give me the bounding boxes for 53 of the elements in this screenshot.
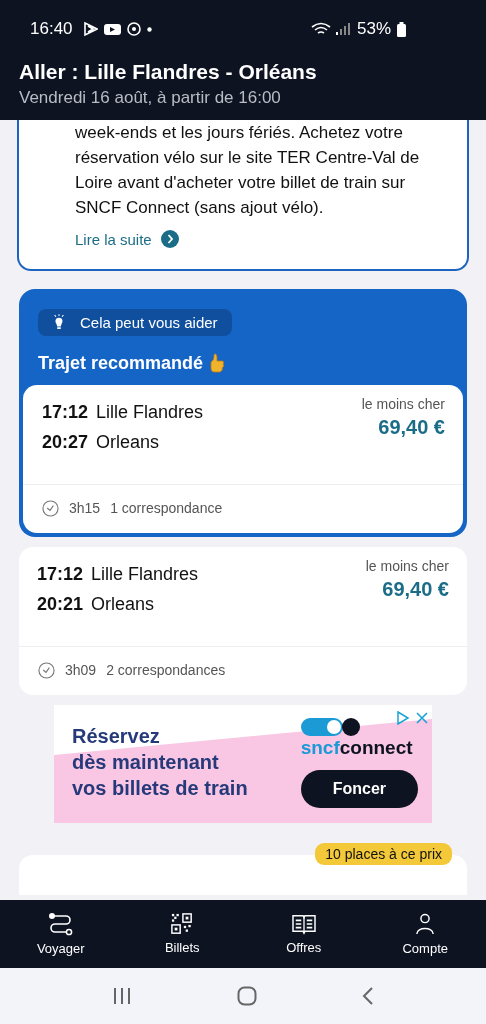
arrival-time: 20:27 <box>42 431 89 453</box>
price: 69,40 € <box>378 415 445 439</box>
chevron-right-icon <box>160 230 179 248</box>
home-icon[interactable] <box>237 986 257 1006</box>
sync-icon <box>126 22 141 36</box>
departure-station: Lille Flandres <box>96 401 204 423</box>
ad-headline: Réservez dès maintenant vos billets de train <box>71 723 249 801</box>
nav-tab[interactable]: Billets <box>121 900 243 968</box>
departure-time: 17:12 <box>37 563 84 585</box>
thumbs-up-icon <box>209 353 226 373</box>
back-icon[interactable] <box>361 986 374 1006</box>
price-label: le moins cher <box>361 395 445 412</box>
arrival-time: 20:21 <box>37 593 84 615</box>
price-label: le moins cher <box>365 557 449 574</box>
play-store-icon <box>82 21 98 37</box>
recommended-title: Trajet recommandé <box>38 352 204 374</box>
connections: 1 correspondance <box>110 500 223 516</box>
info-text: week-ends et les jours fériés. Achetez votre réservation vélo sur le site TER Centre-Val de Loire avant d'acheter votre billet de train sur SNCF Connect (sans ajout vélo). <box>75 122 421 219</box>
help-tag-text: Cela peut vous aider <box>80 313 218 331</box>
page-title: Aller : Lille Flandres - Orléans <box>19 60 318 84</box>
connections: 2 correspondances <box>106 662 226 678</box>
video-play-icon <box>103 23 121 35</box>
qr-code-icon <box>171 913 194 935</box>
nav-tab[interactable]: Offres <box>243 900 365 968</box>
departure-station: Lille Flandres <box>91 563 199 585</box>
duration: 3h09 <box>65 662 97 678</box>
duration: 3h15 <box>69 500 101 516</box>
nav-tab[interactable]: Voyager <box>0 900 122 968</box>
ad-info-icon[interactable] <box>396 710 410 725</box>
recent-apps-icon[interactable] <box>112 987 133 1005</box>
journey-card[interactable]: 17:12 Lille Flandres 20:21 Orleans le moins cher 69,40 € 3h09 2 correspondances <box>19 546 467 695</box>
route-icon <box>47 912 74 936</box>
battery-icon <box>397 21 406 37</box>
person-icon <box>415 912 436 936</box>
close-icon[interactable] <box>416 711 428 724</box>
brand-logo-text: sncfconnect <box>300 737 413 758</box>
signal-icons <box>310 21 351 37</box>
toggle-logo-icon <box>300 716 361 737</box>
read-more-link[interactable]: Lire la suite <box>75 230 179 248</box>
nav-tab[interactable]: Compte <box>364 900 486 968</box>
price: 69,40 € <box>382 577 449 601</box>
lightbulb-icon <box>52 314 66 330</box>
journey-card[interactable]: 17:12 Lille Flandres 20:27 Orleans le moins cher 69,40 € 3h15 1 correspondance <box>23 384 463 533</box>
page-subtitle: Vendredi 16 août, à partir de 16:00 <box>19 88 282 108</box>
ad-banner[interactable]: Réservez dès maintenant vos billets de train sncfconnect Foncer <box>54 704 432 823</box>
open-book-icon <box>290 913 317 935</box>
arrival-station: Orleans <box>91 593 155 615</box>
dot-icon <box>146 26 152 32</box>
battery-level: 53% <box>356 19 391 39</box>
status-time: 16:40 <box>30 19 73 39</box>
departure-time: 17:12 <box>42 401 89 423</box>
arrival-station: Orleans <box>96 431 160 453</box>
seats-badge: 10 places à ce prix <box>315 842 452 865</box>
